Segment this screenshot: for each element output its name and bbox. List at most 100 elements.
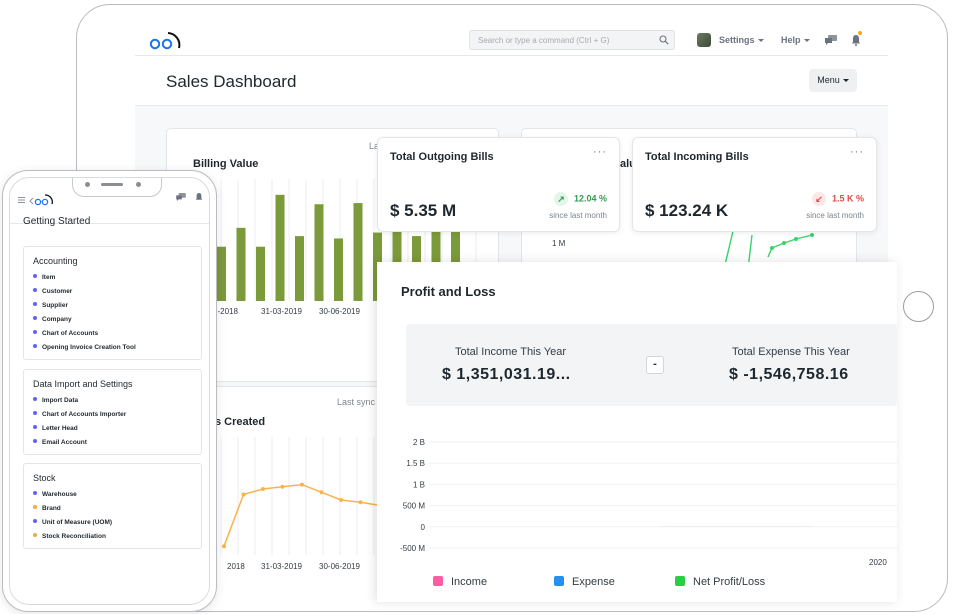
getting-started-title: Getting Started — [23, 216, 91, 227]
onboarding-link-label: Chart of Accounts Importer — [42, 411, 127, 418]
bullet-dot-icon — [33, 330, 37, 334]
point — [358, 500, 363, 505]
created-x-tick: 31-03-2019 — [261, 562, 302, 571]
legend-swatch — [675, 576, 685, 586]
onboarding-link[interactable]: Chart of Accounts — [33, 330, 98, 337]
onboarding-link[interactable]: Email Account — [33, 439, 87, 446]
created-x-tick: 30-06-2019 — [319, 562, 360, 571]
bullet-dot-icon — [33, 397, 37, 401]
created-title-fragment: s Created — [215, 416, 266, 428]
help-dropdown[interactable]: Help — [781, 35, 810, 45]
more-options-icon[interactable]: ··· — [593, 146, 607, 158]
arrow-up-right-icon: ↗ — [553, 192, 568, 206]
point — [300, 482, 304, 487]
onboarding-link-label: Unit of Measure (UOM) — [42, 519, 113, 526]
bar — [275, 194, 285, 301]
outgoing-change-text: 12.04 % — [573, 193, 607, 204]
bullet-dot-icon — [33, 439, 37, 443]
user-avatar[interactable] — [697, 33, 711, 47]
onboarding-link[interactable]: Warehouse — [33, 491, 77, 498]
device-mockup-stage: Search or type a command (Ctrl + G) Sett… — [0, 0, 953, 614]
legend-label: Expense — [572, 576, 615, 588]
onboarding-link-label: Company — [42, 316, 72, 323]
expense-label: Total Expense This Year — [732, 346, 850, 358]
point — [261, 487, 265, 491]
bullet-dot-icon — [33, 533, 37, 537]
point — [339, 498, 343, 502]
created-x-tick: 2018 — [227, 562, 245, 571]
help-label: Help — [781, 35, 801, 45]
minus-operator: - — [646, 356, 664, 374]
outgoing-bills-card: Total Outgoing Bills ··· $ 5.35 M ↗ 12.04… — [377, 137, 620, 232]
bullet-dot-icon — [33, 302, 37, 306]
onboarding-link-label: Import Data — [42, 397, 79, 404]
bullet-dot-icon — [33, 288, 37, 292]
onboarding-section: Stock Warehouse Brand Unit of Measure (UOM)… — [23, 463, 202, 549]
income-value: $ 1,351,031.19... — [442, 366, 571, 383]
bullet-dot-icon — [33, 316, 37, 320]
app-logo-icon[interactable] — [147, 30, 187, 54]
bar — [217, 246, 226, 301]
onboarding-link[interactable]: Import Data — [33, 397, 78, 404]
outgoing-value: $ 5.35 M — [390, 201, 457, 220]
incoming-value: $ 123.24 K — [645, 201, 729, 220]
search-input[interactable]: Search or type a command (Ctrl + G) — [469, 30, 675, 50]
onboarding-link[interactable]: Letter Head — [33, 425, 78, 432]
hamburger-icon[interactable] — [17, 195, 27, 205]
y-tick-label: 1 B — [413, 480, 425, 489]
legend-swatch — [554, 576, 564, 586]
onboarding-link-label: Letter Head — [42, 425, 78, 432]
settings-dropdown[interactable]: Settings — [719, 35, 764, 45]
bullet-dot-icon — [33, 411, 37, 415]
chat-icon[interactable] — [176, 193, 186, 201]
onboarding-link[interactable]: Opening Invoice Creation Tool — [33, 344, 136, 351]
legend-income[interactable]: Income — [433, 576, 487, 588]
onboarding-link-label: Brand — [42, 505, 61, 512]
onboarding-link[interactable]: Brand — [33, 505, 61, 512]
menu-label: Menu — [817, 75, 840, 85]
onboarding-section: Data Import and Settings Import Data Chart… — [23, 369, 202, 455]
point — [319, 490, 324, 495]
onboarding-link-label: Chart of Accounts — [42, 330, 99, 337]
bullet-dot-icon — [33, 425, 37, 429]
y-tick-label: 1.5 B — [406, 459, 425, 468]
onboarding-link-label: Item — [42, 274, 56, 281]
onboarding-link[interactable]: Stock Reconciliation — [33, 533, 106, 540]
onboarding-link-label: Customer — [42, 288, 73, 295]
chevron-down-icon — [842, 79, 849, 83]
expense-value: $ -1,546,758.16 — [729, 366, 849, 383]
onboarding-link[interactable]: Company — [33, 316, 72, 323]
profit-loss-card: Profit and Loss Total Income This Year $… — [377, 262, 897, 602]
bell-icon[interactable] — [851, 34, 861, 46]
search-icon[interactable] — [659, 35, 669, 45]
incoming-bills-card: Total Incoming Bills ··· $ 123.24 K ↙ 1.5… — [632, 137, 877, 232]
outgoing-since: since last month — [549, 211, 607, 220]
more-options-icon[interactable]: ··· — [850, 146, 864, 158]
onboarding-link[interactable]: Supplier — [33, 302, 68, 309]
bar — [353, 203, 363, 301]
incoming-since: since last month — [806, 211, 864, 220]
onboarding-link[interactable]: Unit of Measure (UOM) — [33, 519, 112, 526]
onboarding-link[interactable]: Customer — [33, 288, 72, 295]
onboarding-link-label: Email Account — [42, 439, 87, 446]
profit-loss-title: Profit and Loss — [401, 284, 496, 299]
y-tick-label: 500 M — [403, 502, 426, 511]
outgoing-change: ↗ 12.04 % — [553, 192, 607, 206]
onboarding-link[interactable]: Item — [33, 274, 55, 281]
legend-label: Income — [451, 576, 488, 588]
legend-expense[interactable]: Expense — [554, 576, 615, 588]
incoming-title: Total Incoming Bills — [645, 151, 749, 163]
point — [280, 484, 285, 489]
bullet-dot-icon — [33, 491, 37, 495]
legend-net-profit-loss[interactable]: Net Profit/Loss — [675, 576, 765, 588]
menu-button[interactable]: Menu — [809, 69, 857, 92]
profit-loss-summary: Total Income This Year $ 1,351,031.19...… — [406, 324, 897, 406]
onboarding-link[interactable]: Chart of Accounts Importer — [33, 411, 126, 418]
bell-icon[interactable] — [195, 192, 203, 202]
camera-icon — [85, 182, 90, 187]
chat-icon[interactable] — [825, 35, 837, 45]
point — [222, 544, 226, 549]
created-sync-text: Last sync — [337, 397, 376, 407]
app-logo-icon[interactable] — [29, 192, 61, 208]
onboarding-section: Accounting Item Customer Supplier Company Cha… — [23, 246, 202, 360]
